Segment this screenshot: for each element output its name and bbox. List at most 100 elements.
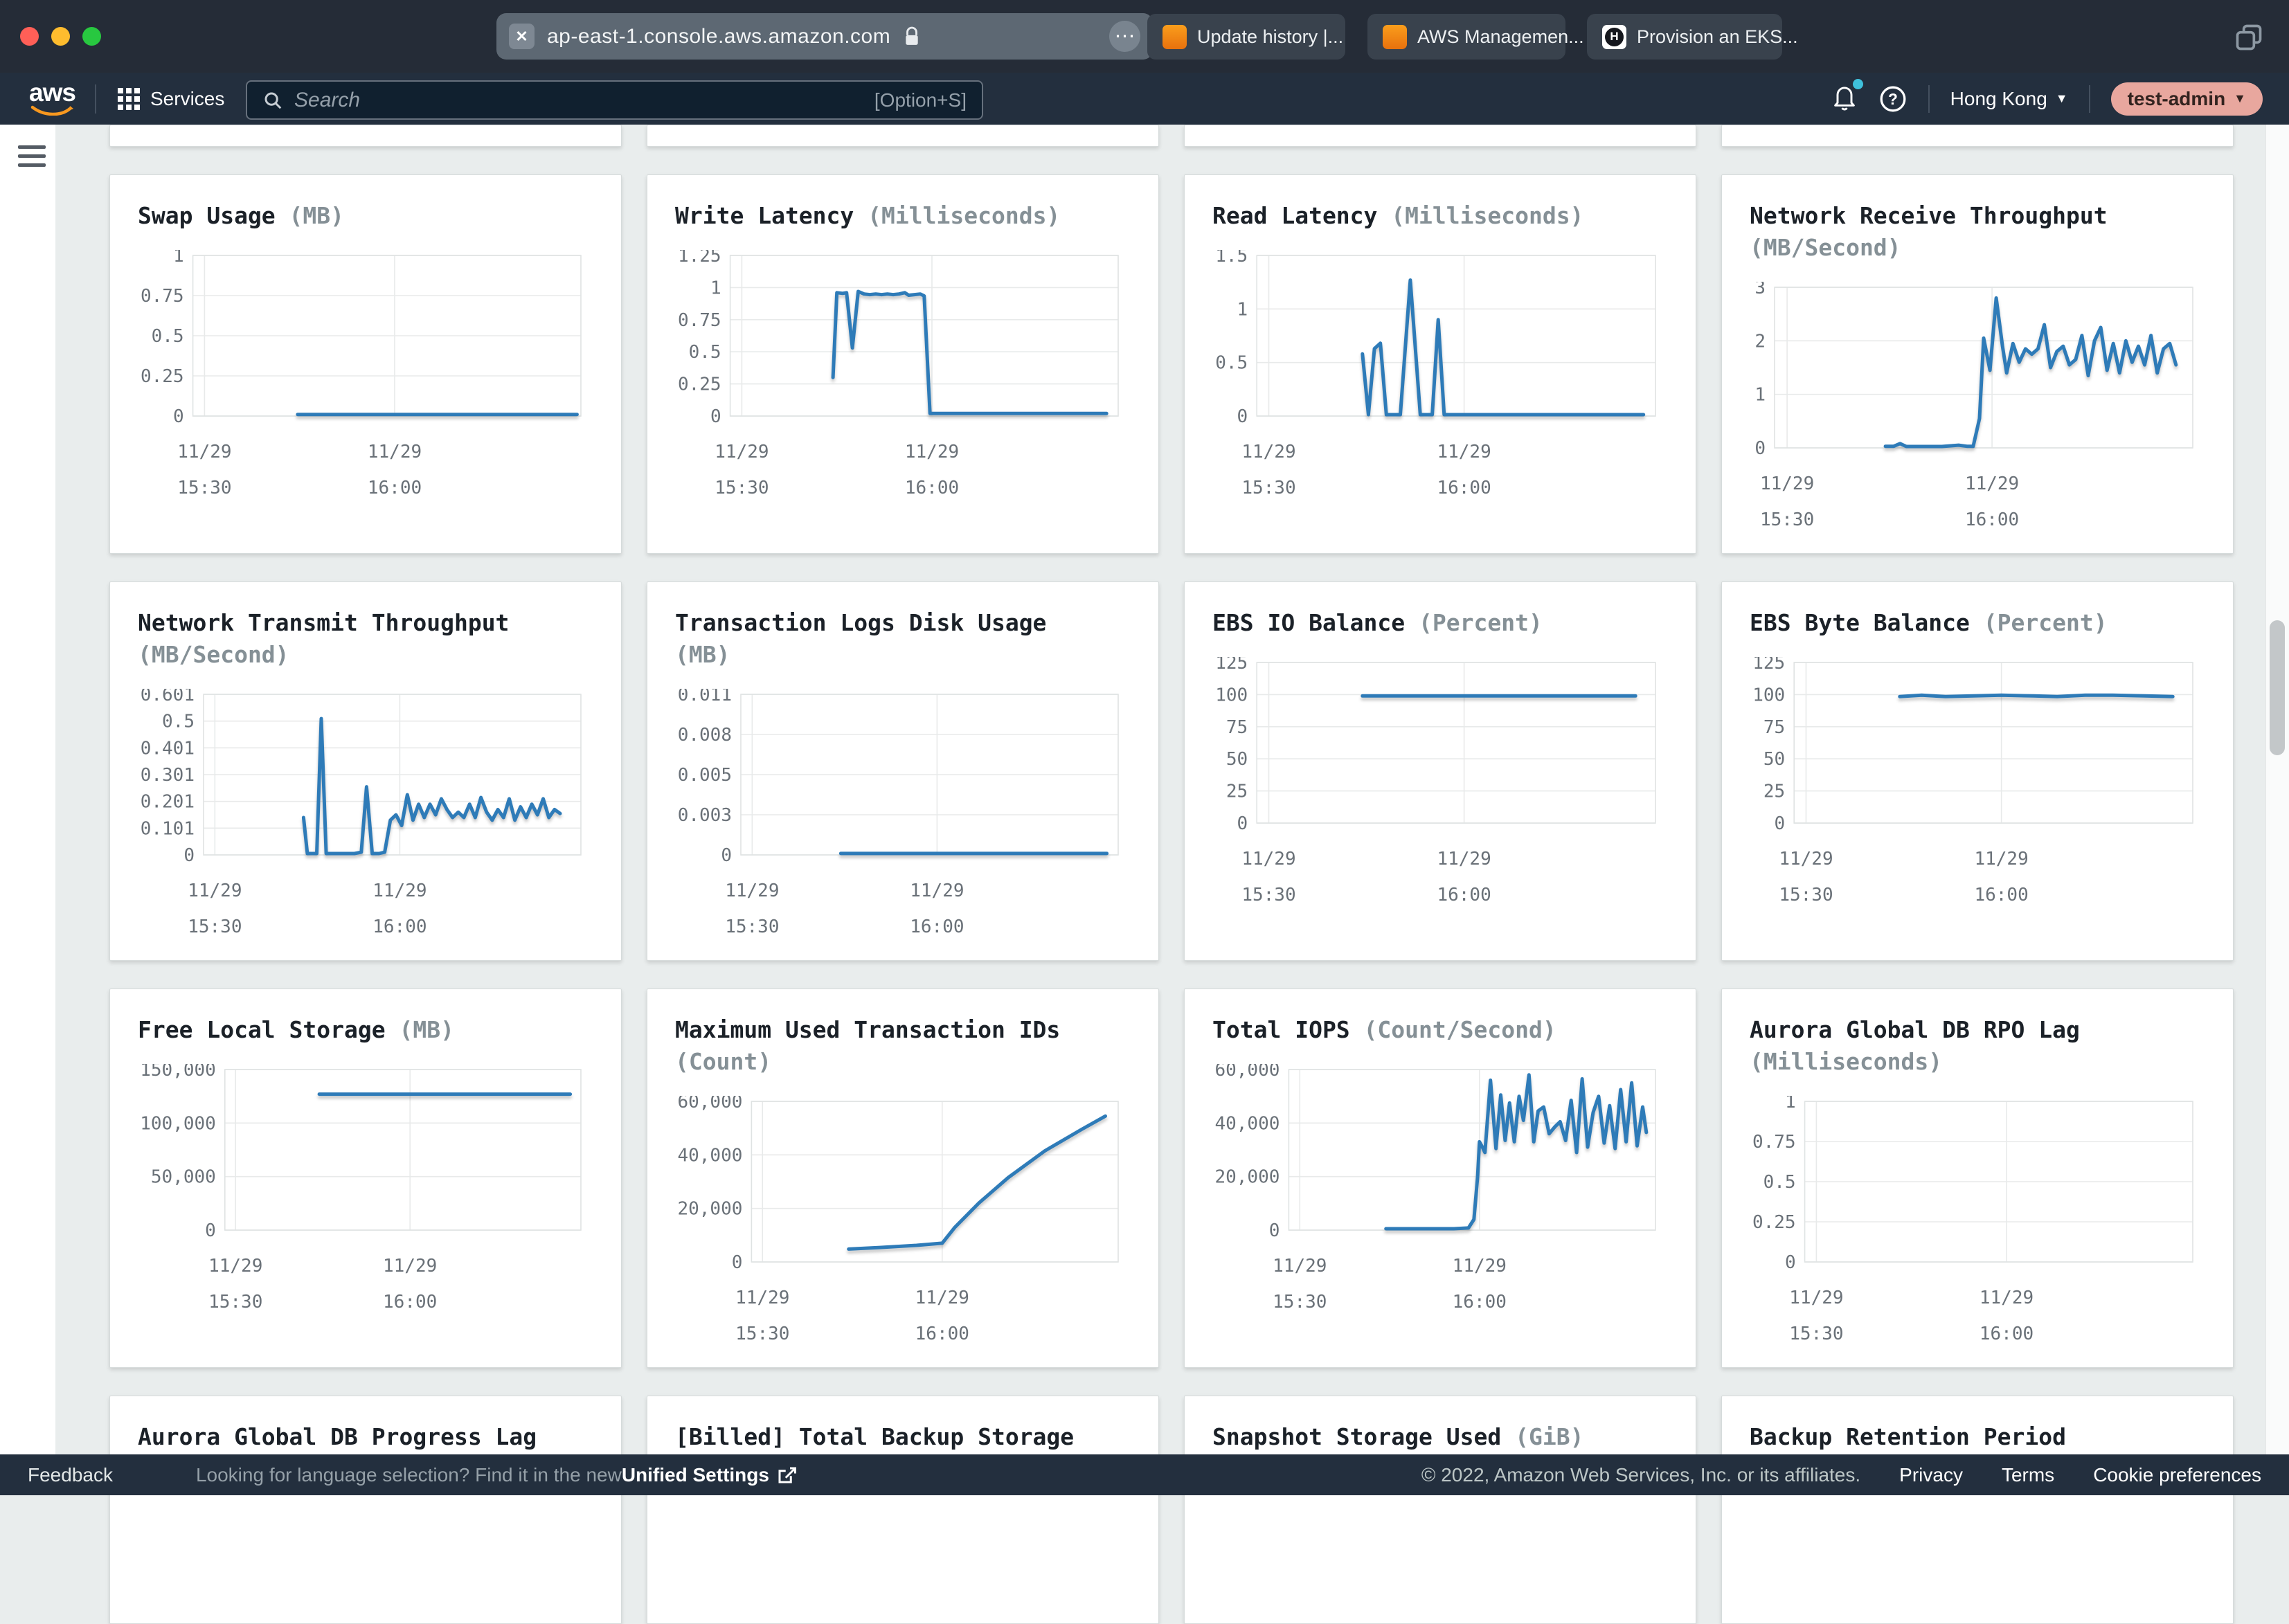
tab-label: Provision an EKS... (1637, 26, 1798, 48)
services-grid-icon (118, 88, 140, 110)
svg-text:60,000: 60,000 (677, 1096, 742, 1112)
browser-tab-provision-eks[interactable]: H Provision an EKS... (1587, 14, 1782, 60)
metric-card-read-latency: Read Latency (Milliseconds)1.510.5011/29… (1184, 174, 1696, 554)
svg-text:1: 1 (1785, 1096, 1796, 1112)
chart-plot[interactable]: 10.750.50.25011/2915:3011/2916:00 (138, 250, 595, 527)
feedback-button[interactable]: Feedback (28, 1464, 113, 1486)
svg-text:11/29: 11/29 (1779, 849, 1833, 869)
chart-plot[interactable]: 0.0110.0080.0050.003011/2915:3011/2916:0… (675, 689, 1132, 961)
aws-smile-icon (30, 105, 73, 116)
svg-text:16:00: 16:00 (1974, 885, 2028, 905)
chart-plot[interactable]: 60,00040,00020,000011/2915:3011/2916:00 (1212, 1064, 1669, 1341)
metric-card-total-iops: Total IOPS (Count/Second) 60,000 40,000 20,… (1184, 989, 1696, 1368)
svg-text:60,000: 60,000 (1214, 1064, 1280, 1081)
unified-settings-link[interactable]: Unified Settings (622, 1464, 797, 1486)
svg-text:11/29: 11/29 (1241, 442, 1295, 462)
svg-text:0.301: 0.301 (141, 765, 195, 786)
svg-text:20,000: 20,000 (677, 1199, 742, 1220)
minimize-window-button[interactable] (51, 27, 70, 46)
metrics-grid: Swap Usage (MB)10.750.50.25011/2915:3011… (109, 125, 2234, 1624)
help-button[interactable]: ? (1878, 84, 1908, 114)
chart-title: Maximum Used Transaction IDs (675, 1014, 1131, 1046)
svg-text:15:30: 15:30 (188, 917, 242, 937)
chart-title: EBS Byte Balance (Percent) (1750, 607, 2205, 639)
services-menu-button[interactable]: Services (118, 73, 224, 125)
svg-text:20,000: 20,000 (1214, 1167, 1280, 1188)
chart-title: Backup Retention Period (1750, 1421, 2205, 1453)
notification-dot (1853, 79, 1863, 89)
svg-text:50,000: 50,000 (151, 1167, 216, 1188)
svg-text:0: 0 (173, 406, 184, 427)
svg-text:25: 25 (1226, 782, 1248, 802)
metric-card-partial-top (1721, 125, 2234, 147)
svg-text:?: ? (1888, 90, 1898, 108)
browser-tab-aws-management[interactable]: AWS Managemen... (1367, 14, 1565, 60)
region-selector[interactable]: Hong Kong ▼ (1950, 88, 2068, 110)
svg-text:16:00: 16:00 (905, 478, 959, 498)
svg-text:11/29: 11/29 (915, 1288, 969, 1308)
chart-plot[interactable]: 150,000100,00050,000011/2915:3011/2916:0… (138, 1064, 595, 1341)
chart-title: (MB/Second) (1750, 232, 2205, 264)
terms-link[interactable]: Terms (2002, 1464, 2054, 1486)
privacy-link[interactable]: Privacy (1899, 1464, 1963, 1486)
header-divider (95, 84, 96, 114)
svg-text:16:00: 16:00 (915, 1324, 969, 1344)
chart-plot[interactable]: 60,00040,00020,000011/2915:3011/2916:00 (675, 1096, 1132, 1368)
svg-text:16:00: 16:00 (910, 917, 964, 937)
notifications-button[interactable] (1831, 83, 1858, 114)
header-divider (2089, 85, 2090, 113)
metric-card-aurora-global-db-rpo-lag: Aurora Global DB RPO Lag(Milliseconds)10… (1721, 989, 2234, 1368)
copyright-text: © 2022, Amazon Web Services, Inc. or its… (1421, 1464, 1860, 1486)
page-options-button[interactable]: ⋯ (1109, 21, 1140, 52)
region-label: Hong Kong (1950, 88, 2047, 110)
chart-plot[interactable]: 1.510.5011/2915:3011/2916:00 (1212, 250, 1669, 527)
chart-plot[interactable]: 10.750.50.25011/2915:3011/2916:00 (1750, 1096, 2207, 1368)
svg-text:1.5: 1.5 (1215, 250, 1248, 267)
svg-text:0.101: 0.101 (141, 819, 195, 840)
cookie-preferences-link[interactable]: Cookie preferences (2093, 1464, 2261, 1486)
svg-text:16:00: 16:00 (1965, 509, 2019, 530)
svg-text:75: 75 (1763, 717, 1785, 738)
svg-text:11/29: 11/29 (188, 881, 242, 901)
search-input[interactable] (294, 89, 863, 112)
chart-plot[interactable]: 0.6010.50.4010.3010.2010.101011/2915:301… (138, 689, 595, 961)
browser-tab-update-history[interactable]: Update history |... (1147, 14, 1345, 60)
aws-logo[interactable]: aws (29, 80, 75, 119)
svg-text:11/29: 11/29 (1437, 442, 1491, 462)
metric-card-swap-usage: Swap Usage (MB)10.750.50.25011/2915:3011… (109, 174, 622, 554)
metric-card-transaction-logs-disk-usage: Transaction Logs Disk Usage(MB)0.0110.00… (647, 581, 1159, 961)
metric-card-network-transmit-throughput: Network Transmit Throughput(MB/Second)0.… (109, 581, 622, 961)
svg-text:11/29: 11/29 (368, 442, 422, 462)
svg-text:0.011: 0.011 (678, 689, 732, 705)
svg-text:0.25: 0.25 (678, 375, 721, 395)
tab-overview-icon[interactable] (2234, 22, 2264, 53)
svg-text:1: 1 (1237, 300, 1248, 321)
scrollbar-thumb[interactable] (2270, 620, 2285, 755)
svg-text:15:30: 15:30 (715, 478, 769, 498)
language-hint-text: Looking for language selection? Find it … (196, 1464, 622, 1486)
chart-title: Total IOPS (Count/Second) (1212, 1014, 1668, 1046)
svg-text:0: 0 (205, 1220, 216, 1241)
close-window-button[interactable] (20, 27, 39, 46)
svg-text:0.003: 0.003 (678, 805, 732, 826)
chart-plot[interactable]: 1.2510.750.50.25011/2915:3011/2916:00 (675, 250, 1132, 527)
zoom-window-button[interactable] (82, 27, 101, 46)
chart-plot[interactable]: 321011/2915:3011/2916:00 (1750, 282, 2207, 554)
open-menu-button[interactable] (18, 145, 46, 172)
svg-text:50: 50 (1763, 749, 1785, 770)
chart-plot[interactable]: 125100755025011/2915:3011/2916:00 (1750, 657, 2207, 934)
tab-label: AWS Managemen... (1417, 26, 1584, 48)
window-controls (20, 27, 101, 46)
chevron-down-icon: ▼ (2056, 91, 2068, 106)
account-menu-button[interactable]: test-admin ▼ (2111, 82, 2263, 116)
chart-title: (MB/Second) (138, 639, 593, 671)
console-footer: Feedback Looking for language selection?… (0, 1454, 2289, 1495)
svg-text:40,000: 40,000 (677, 1146, 742, 1166)
svg-text:0.401: 0.401 (141, 739, 195, 759)
search-icon (262, 90, 283, 111)
scrollbar-track[interactable] (2265, 125, 2289, 1454)
svg-text:0: 0 (710, 406, 721, 427)
address-bar[interactable]: ✕ ap-east-1.console.aws.amazon.com ⋯ (496, 13, 1153, 60)
svg-text:40,000: 40,000 (1214, 1114, 1280, 1135)
chart-plot[interactable]: 125100755025011/2915:3011/2916:00 (1212, 657, 1669, 934)
